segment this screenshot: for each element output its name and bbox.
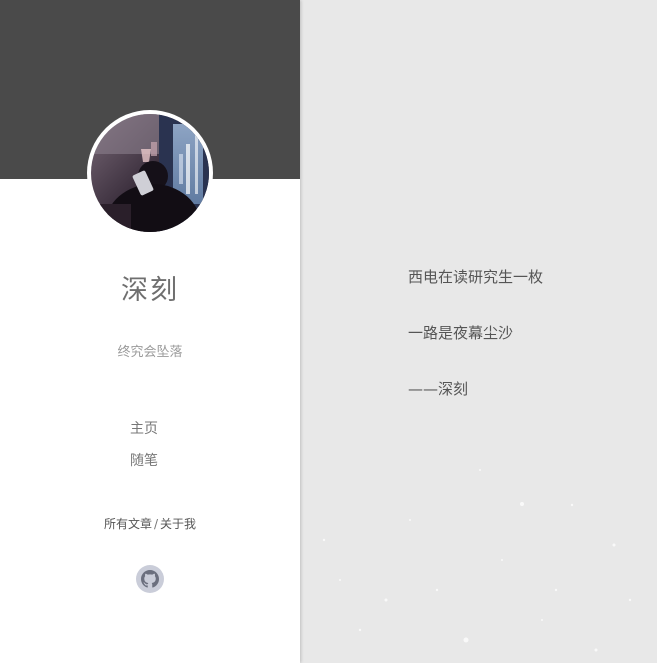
link-separator: / (153, 517, 159, 531)
intro-line: 西电在读研究生一枚 (408, 268, 544, 286)
sidebar-nav: 主页 随笔 (0, 413, 288, 477)
github-icon (141, 570, 159, 588)
avatar[interactable] (87, 110, 213, 236)
intro-line: ——深刻 (408, 380, 469, 398)
all-posts-link[interactable]: 所有文章 (104, 517, 152, 531)
about-me-link[interactable]: 关于我 (160, 517, 196, 531)
github-link[interactable] (136, 565, 164, 593)
profile-sidebar: 深刻 终究会坠落 主页 随笔 所有文章 / 关于我 (0, 0, 300, 663)
nav-item-essays[interactable]: 随笔 (0, 445, 288, 477)
intro-line: 一路是夜幕尘沙 (408, 324, 514, 342)
intro-content: 西电在读研究生一枚 一路是夜幕尘沙 ——深刻 (300, 0, 657, 663)
intro-lines: 西电在读研究生一枚 一路是夜幕尘沙 ——深刻 (408, 266, 543, 434)
profile-name: 深刻 (121, 275, 179, 306)
profile-motto: 终究会坠落 (117, 345, 183, 360)
footer-links: 所有文章 / 关于我 (0, 515, 300, 532)
nav-item-home[interactable]: 主页 (0, 413, 288, 445)
avatar-photo (91, 114, 209, 232)
